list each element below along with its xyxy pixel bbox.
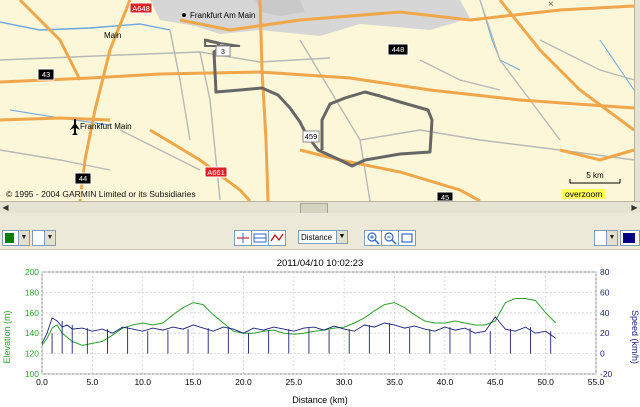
line-graph-button[interactable]: [268, 230, 286, 246]
left-style-picker[interactable]: ▼: [32, 230, 56, 246]
y-tick-label: 140: [25, 328, 39, 338]
close-icon[interactable]: ×: [548, 0, 554, 10]
zoom-fit-button[interactable]: [398, 230, 416, 246]
svg-text:3: 3: [221, 49, 225, 56]
svg-text:44: 44: [79, 174, 87, 183]
x-tick-label: 5.0: [86, 377, 98, 387]
x-tick-label: 25.0: [286, 377, 303, 387]
city-marker: [182, 13, 186, 17]
map-vertical-scrollbar[interactable]: [634, 0, 640, 201]
y2-tick-label: 0: [600, 349, 605, 359]
plot-area: [41, 271, 597, 375]
right-color-swatch: [623, 233, 635, 243]
y-tick-label: 120: [25, 349, 39, 359]
y2-tick-label: 60: [600, 287, 610, 297]
road-shield-43: 43: [37, 68, 55, 81]
stream: [599, 39, 634, 91]
road-shield-a661: A661: [204, 166, 228, 178]
x-tick-label: 30.0: [336, 377, 353, 387]
place-label-airport: Frankfurt Main: [80, 122, 132, 131]
scale-bar: 5 km: [569, 171, 621, 184]
y-tick-label: 200: [25, 267, 39, 277]
x-tick-label: 15.0: [185, 377, 202, 387]
fit-width-button[interactable]: [234, 230, 252, 246]
chevron-down-icon[interactable]: ▼: [606, 231, 617, 245]
zoom-out-button[interactable]: [381, 230, 399, 246]
zoom-in-icon: [367, 232, 380, 245]
fit-width-icon: [237, 233, 249, 243]
road-shield-45: 45: [436, 191, 454, 201]
svg-text:5 km: 5 km: [586, 171, 604, 180]
scroll-left-arrow-icon[interactable]: ◀: [0, 202, 11, 213]
road-shield-3: 3: [215, 45, 231, 57]
svg-text:459: 459: [305, 132, 318, 141]
x-tick-label: 45.0: [487, 377, 504, 387]
road-shield-459: 459: [302, 130, 320, 143]
track-start-loop: [204, 38, 241, 47]
x-tick-label: 50.0: [537, 377, 554, 387]
road-shield-44: 44: [74, 172, 92, 185]
y2-tick-label: 40: [600, 308, 610, 318]
chevron-down-icon[interactable]: ▼: [336, 231, 347, 243]
map-view[interactable]: A648 A661 43 44 45 448 459 3 Frankfurt A…: [0, 0, 634, 201]
splitter[interactable]: [0, 213, 640, 228]
x-tick-label: 55.0: [588, 377, 605, 387]
place-label-frankfurt-am-main: Frankfurt Am Main: [190, 11, 255, 20]
svg-text:A661: A661: [207, 168, 225, 177]
y-tick-label: 180: [25, 287, 39, 297]
x-axis-label: Distance (km): [292, 395, 348, 405]
river-main: [0, 21, 171, 31]
profile-toolbar: ▼ ▼ Distance ▼ ▼: [0, 227, 640, 250]
x-tick-label: 35.0: [386, 377, 403, 387]
left-color-picker[interactable]: ▼: [2, 230, 30, 246]
y-tick-label: 160: [25, 308, 39, 318]
right-color-picker[interactable]: [620, 230, 640, 246]
x-tick-label: 20.0: [235, 377, 252, 387]
fit-height-button[interactable]: [251, 230, 269, 246]
map-copyright: © 1995 - 2004 GARMIN Limited or its Subs…: [6, 189, 196, 199]
zoom-in-button[interactable]: [364, 230, 382, 246]
elevation-speed-chart[interactable]: 2011/04/10 10:02:23 100 120 140 160 180 200 -…: [0, 250, 640, 407]
line-graph-icon: [270, 233, 284, 242]
svg-text:45: 45: [441, 193, 449, 201]
x-axis-select[interactable]: Distance ▼: [298, 230, 348, 244]
svg-text:43: 43: [42, 70, 50, 79]
scroll-right-arrow-icon[interactable]: ▶: [629, 202, 640, 213]
svg-text:448: 448: [392, 45, 405, 54]
chart-title: 2011/04/10 10:02:23: [277, 258, 363, 269]
y2-tick-label: 20: [600, 328, 610, 338]
road-shield-448: 448: [387, 43, 409, 56]
overzoom-badge: overzoom: [562, 189, 606, 199]
x-tick-label: 0.0: [36, 377, 48, 387]
x-tick-label: 10.0: [134, 377, 151, 387]
svg-text:×: ×: [548, 0, 554, 10]
chevron-down-icon[interactable]: ▼: [18, 231, 29, 245]
zoom-fit-icon: [401, 233, 413, 243]
chart-canvas: 2011/04/10 10:02:23 100120140160180200 -…: [2, 258, 640, 405]
x-axis-select-value: Distance: [301, 233, 333, 242]
road-shield-a648: A648: [129, 2, 153, 14]
chevron-down-icon[interactable]: ▼: [44, 231, 55, 245]
svg-text:A648: A648: [132, 4, 150, 13]
x-tick-label: 40.0: [437, 377, 454, 387]
fit-height-icon: [253, 233, 267, 243]
y-axis-label: Elevation (m): [2, 310, 12, 363]
right-style-picker[interactable]: ▼: [594, 230, 618, 246]
place-label-main: Main: [104, 31, 121, 40]
left-color-swatch: [5, 233, 14, 243]
y2-tick-label: 80: [600, 267, 610, 277]
zoom-out-icon: [384, 232, 397, 245]
airport-icon: [70, 119, 80, 135]
y2-axis-label: Speed (km/h): [630, 310, 640, 364]
map-canvas: A648 A661 43 44 45 448 459 3 Frankfurt A…: [0, 0, 634, 201]
